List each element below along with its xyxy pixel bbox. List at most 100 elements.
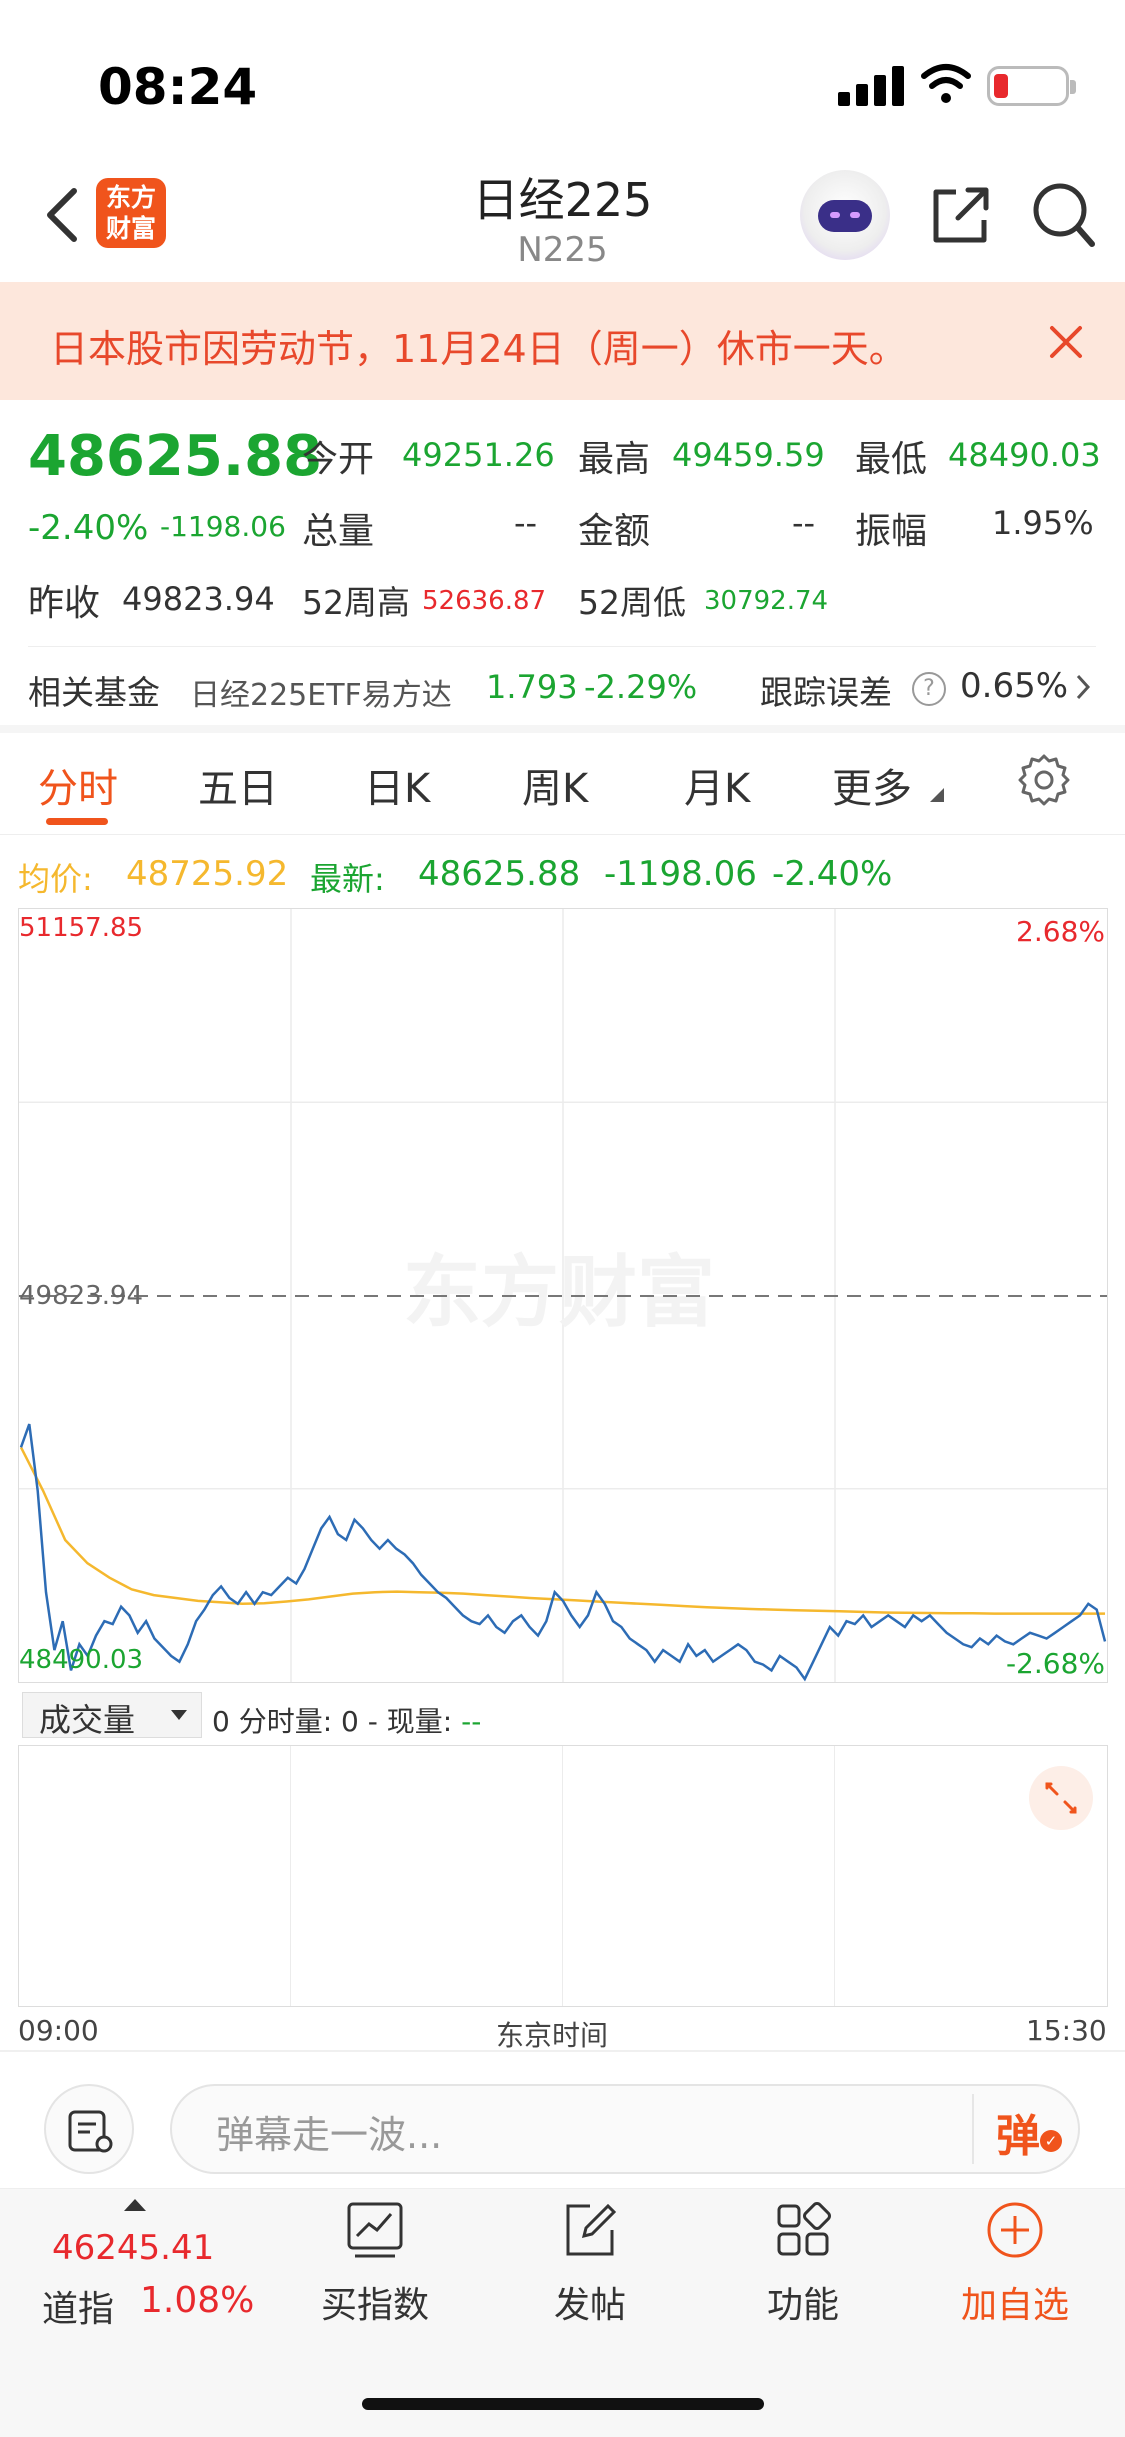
page-subtitle: N225 [517, 230, 608, 270]
post-label: 发帖 [553, 2285, 626, 2326]
dow-index-value[interactable]: 46245.41 [52, 2228, 214, 2268]
chart-max-percent: 2.68% [1016, 915, 1105, 948]
notes-icon [68, 2110, 113, 2153]
status-bar: 08:24 [0, 0, 1125, 150]
divider [0, 834, 1125, 835]
volume-value: -- [514, 504, 538, 542]
grid-line [562, 1746, 563, 2006]
app-logo: 东方 财富 [96, 178, 166, 248]
tab-weekly-k[interactable]: 周K [522, 756, 588, 814]
notes-button[interactable] [44, 2084, 134, 2174]
intraday-chart[interactable]: 东方财富 51157.85 2.68% 49823.94 48490.03 -2… [18, 908, 1108, 1683]
page-title: 日经225 [472, 173, 653, 227]
tab-intraday[interactable]: 分时 [38, 756, 118, 814]
current-price: 48625.88 [28, 424, 323, 489]
wk52-low-label: 52周低 [578, 583, 686, 622]
amount-value: -- [792, 504, 816, 542]
wifi-icon [921, 64, 971, 103]
divider [28, 646, 1096, 647]
danmu-input[interactable]: 弹幕走一波... 弹 ✓ [170, 2084, 1080, 2174]
amount-label: 金额 [578, 511, 651, 552]
high-value: 49459.59 [672, 436, 825, 474]
intraday-chart-svg: 东方财富 [19, 909, 1107, 1682]
open-label: 今开 [302, 439, 375, 480]
edit-icon [566, 2203, 617, 2256]
average-price-label: 均价: [18, 860, 93, 898]
dropdown-arrow-icon [171, 1710, 187, 1720]
latest-change: -1198.06 [604, 854, 757, 894]
average-price-value: 48725.92 [126, 854, 289, 894]
wk52-high-value: 52636.87 [422, 586, 547, 616]
prev-close-value: 49823.94 [122, 580, 275, 618]
chart-min-label: 48490.03 [19, 1645, 144, 1675]
notice-text: 日本股市因劳动节，11月24日（周一）休市一天。 [50, 327, 907, 371]
dropdown-triangle-icon [930, 788, 944, 802]
volume-select-label: 成交量 [39, 1701, 136, 1739]
tab-more[interactable]: 更多 [832, 756, 912, 814]
home-indicator [362, 2398, 764, 2410]
latest-percent: -2.40% [772, 854, 893, 894]
dow-index-percent: 1.08% [140, 2280, 255, 2321]
functions-label: 功能 [766, 2285, 839, 2326]
volume-select[interactable]: 成交量 [22, 1692, 202, 1739]
signal-icon [838, 64, 904, 106]
wk52-low-value: 30792.74 [704, 586, 829, 616]
grid-icon [777, 2202, 831, 2256]
grid-line [834, 1746, 835, 2006]
tab-monthly-k[interactable]: 月K [684, 756, 750, 814]
danmu-input-placeholder: 弹幕走一波... [216, 2113, 443, 2157]
chevron-right-icon [1076, 674, 1091, 700]
time-start: 09:00 [18, 2014, 99, 2047]
add-watchlist-button[interactable]: 加自选 [940, 2200, 1090, 2326]
up-arrow-icon [124, 2199, 146, 2211]
divider [0, 2050, 1125, 2052]
time-zone-label: 东京时间 [496, 2019, 609, 2052]
trend-chart-icon [347, 2202, 403, 2258]
expand-button[interactable] [1029, 1766, 1093, 1830]
amplitude-value: 1.95% [992, 504, 1094, 542]
dow-index-name: 道指 [42, 2289, 115, 2330]
fund-price: 1.793 [486, 668, 578, 706]
section-gap [0, 725, 1125, 733]
volume-summary: 0 分时量: 0 - 现量: -- [212, 1705, 482, 1738]
buy-index-button[interactable]: 买指数 [300, 2200, 450, 2326]
volume-chart[interactable] [18, 1745, 1108, 2007]
search-icon[interactable] [1030, 180, 1096, 250]
low-label: 最低 [855, 439, 928, 480]
add-watchlist-label: 加自选 [960, 2285, 1069, 2326]
fund-change: -2.29% [584, 668, 698, 706]
status-time: 08:24 [98, 58, 258, 116]
help-icon[interactable]: ? [912, 672, 946, 706]
divider [972, 2094, 974, 2164]
fund-name: 日经225ETF易方达 [190, 678, 452, 713]
latest-label: 最新: [310, 860, 385, 898]
danmu-toggle-button[interactable]: 弹 ✓ [996, 2100, 1062, 2162]
tracking-error-value: 0.65% [960, 666, 1069, 706]
post-button[interactable]: 发帖 [515, 2200, 665, 2326]
settings-gear-icon[interactable] [1016, 752, 1072, 808]
wk52-high-label: 52周高 [302, 583, 410, 622]
tab-daily-k[interactable]: 日K [364, 756, 430, 814]
low-value: 48490.03 [948, 436, 1101, 474]
close-icon[interactable] [1046, 322, 1086, 362]
battery-icon [987, 66, 1076, 106]
change-value: -1198.06 [160, 510, 286, 543]
buy-index-label: 买指数 [320, 2285, 429, 2326]
volume-label: 总量 [302, 511, 375, 552]
tracking-error-label: 跟踪误差 [760, 673, 892, 712]
add-circle-icon [987, 2202, 1043, 2258]
share-icon[interactable] [928, 184, 992, 248]
back-icon[interactable] [40, 185, 84, 245]
functions-button[interactable]: 功能 [728, 2200, 878, 2326]
chart-max-label: 51157.85 [19, 913, 144, 943]
tab-five-day[interactable]: 五日 [198, 756, 278, 814]
prev-close-label: 49823.94 [19, 1281, 144, 1311]
tab-active-indicator [46, 818, 108, 825]
change-percent: -2.40% [28, 508, 149, 548]
chart-min-percent: -2.68% [1005, 1647, 1105, 1680]
latest-value: 48625.88 [418, 854, 581, 894]
high-label: 最高 [578, 439, 651, 480]
check-badge-icon: ✓ [1040, 2130, 1062, 2152]
grid-line [290, 1746, 291, 2006]
assistant-robot-icon[interactable] [800, 170, 890, 260]
